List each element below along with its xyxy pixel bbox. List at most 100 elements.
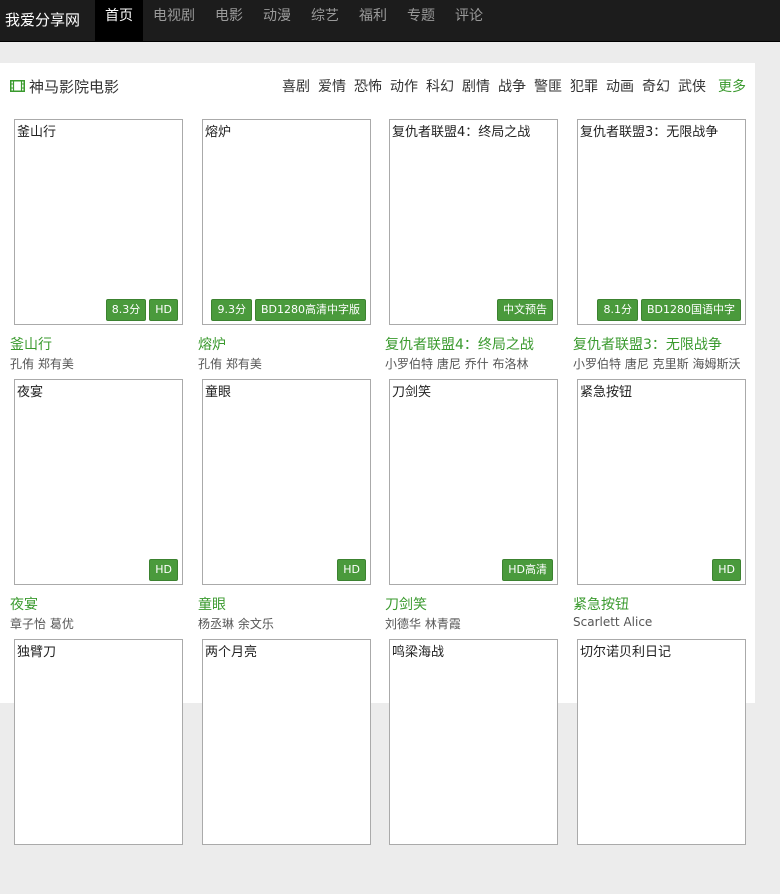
quality-badge: 中文预告 bbox=[497, 299, 553, 321]
poster-title: 紧急按钮 bbox=[580, 385, 633, 400]
section-header: 神马影院电影 喜剧 爱情 恐怖 动作 科幻 剧情 战争 警匪 犯罪 动画 奇幻 … bbox=[0, 69, 755, 103]
badge-group: HD bbox=[146, 559, 178, 581]
rating-badge: 8.3分 bbox=[105, 299, 147, 321]
more-link[interactable]: 更多 bbox=[718, 76, 746, 96]
film-icon bbox=[10, 80, 25, 92]
site-logo[interactable]: 我爱分享网 bbox=[5, 9, 80, 30]
badge-group: 8.3分 HD bbox=[103, 299, 178, 321]
movie-card: 两个月亮 bbox=[198, 639, 376, 894]
category-link-drama[interactable]: 剧情 bbox=[462, 76, 490, 96]
movie-poster[interactable]: 鸣梁海战 bbox=[389, 639, 558, 845]
movie-title-link[interactable]: 熔炉 bbox=[198, 334, 226, 354]
movie-cast: Scarlett Alice bbox=[573, 615, 653, 629]
poster-title: 熔炉 bbox=[205, 125, 232, 140]
badge-group: HD bbox=[709, 559, 741, 581]
movie-cast: 章子怡 葛优 bbox=[10, 617, 74, 631]
movie-card: 鸣梁海战 bbox=[385, 639, 563, 894]
badge-group: 中文预告 bbox=[494, 299, 553, 321]
movie-poster[interactable]: 夜宴 HD bbox=[14, 379, 183, 585]
poster-title: 切尔诺贝利日记 bbox=[580, 645, 672, 660]
movie-card: 夜宴 HD 夜宴 章子怡 葛优 bbox=[10, 379, 188, 634]
rating-badge: 8.1分 bbox=[597, 299, 638, 321]
quality-badge: BD1280国语中字 bbox=[640, 299, 741, 321]
category-link-action[interactable]: 动作 bbox=[390, 76, 418, 96]
badge-group: HD高清 bbox=[499, 559, 553, 581]
category-link-fantasy[interactable]: 奇幻 bbox=[642, 76, 670, 96]
poster-title: 夜宴 bbox=[17, 385, 44, 400]
nav-reviews[interactable]: 评论 bbox=[445, 0, 493, 41]
movie-cast: 小罗伯特 唐尼 乔什 布洛林 bbox=[385, 357, 529, 371]
quality-badge: HD bbox=[712, 559, 741, 581]
movie-title-link[interactable]: 夜宴 bbox=[10, 594, 38, 614]
movie-card: 刀剑笑 HD高清 刀剑笑 刘德华 林青霞 bbox=[385, 379, 563, 634]
movie-poster[interactable]: 釜山行 8.3分 HD bbox=[14, 119, 183, 325]
rating-badge: 9.3分 bbox=[211, 299, 252, 321]
movie-poster[interactable]: 复仇者联盟4：终局之战 中文预告 bbox=[389, 119, 558, 325]
poster-title: 独臂刀 bbox=[17, 645, 57, 660]
movie-cast: 杨丞琳 余文乐 bbox=[198, 617, 274, 631]
poster-title: 刀剑笑 bbox=[392, 385, 432, 400]
category-link-wuxia[interactable]: 武侠 bbox=[678, 76, 706, 96]
quality-badge: HD bbox=[149, 299, 178, 321]
badge-group: 8.1分 BD1280国语中字 bbox=[594, 299, 741, 321]
nav-welfare[interactable]: 福利 bbox=[349, 0, 397, 41]
nav-anime[interactable]: 动漫 bbox=[253, 0, 301, 41]
category-link-war[interactable]: 战争 bbox=[498, 76, 526, 96]
movie-title-link[interactable]: 釜山行 bbox=[10, 334, 52, 354]
movie-cast: 孔侑 郑有美 bbox=[10, 357, 74, 371]
movie-poster[interactable]: 紧急按钮 HD bbox=[577, 379, 746, 585]
category-link-crime[interactable]: 犯罪 bbox=[570, 76, 598, 96]
movie-title-link[interactable]: 刀剑笑 bbox=[385, 594, 427, 614]
movie-title-link[interactable]: 复仇者联盟4：终局之战 bbox=[385, 334, 534, 354]
movie-poster[interactable]: 童眼 HD bbox=[202, 379, 371, 585]
movie-title-link[interactable]: 复仇者联盟3：无限战争 bbox=[573, 334, 722, 354]
movie-title-link[interactable]: 童眼 bbox=[198, 594, 226, 614]
movie-card: 童眼 HD 童眼 杨丞琳 余文乐 bbox=[198, 379, 376, 634]
movie-title-link[interactable]: 紧急按钮 bbox=[573, 594, 629, 614]
category-link-scifi[interactable]: 科幻 bbox=[426, 76, 454, 96]
nav-topics[interactable]: 专题 bbox=[397, 0, 445, 41]
movie-poster[interactable]: 复仇者联盟3：无限战争 8.1分 BD1280国语中字 bbox=[577, 119, 746, 325]
nav-variety[interactable]: 综艺 bbox=[301, 0, 349, 41]
movie-card: 紧急按钮 HD 紧急按钮 Scarlett Alice bbox=[573, 379, 751, 634]
movie-poster[interactable]: 独臂刀 bbox=[14, 639, 183, 845]
movie-card: 独臂刀 bbox=[10, 639, 188, 894]
nav-home[interactable]: 首页 bbox=[95, 0, 143, 41]
quality-badge: HD高清 bbox=[502, 559, 553, 581]
poster-title: 复仇者联盟4：终局之战 bbox=[392, 125, 531, 140]
movie-cast: 小罗伯特 唐尼 克里斯 海姆斯沃 bbox=[573, 357, 741, 371]
movie-cast: 孔侑 郑有美 bbox=[198, 357, 262, 371]
main-nav: 首页 电视剧 电影 动漫 综艺 福利 专题 评论 bbox=[95, 0, 493, 41]
top-navbar: 我爱分享网 首页 电视剧 电影 动漫 综艺 福利 专题 评论 bbox=[0, 0, 780, 42]
category-link-horror[interactable]: 恐怖 bbox=[354, 76, 382, 96]
movie-card: 熔炉 9.3分 BD1280高清中字版 熔炉 孔侑 郑有美 bbox=[198, 119, 376, 374]
movie-cast: 刘德华 林青霞 bbox=[385, 617, 461, 631]
poster-title: 釜山行 bbox=[17, 125, 57, 140]
quality-badge: HD bbox=[337, 559, 366, 581]
poster-title: 鸣梁海战 bbox=[392, 645, 445, 660]
quality-badge: HD bbox=[149, 559, 178, 581]
category-links: 喜剧 爱情 恐怖 动作 科幻 剧情 战争 警匪 犯罪 动画 奇幻 武侠 更多 bbox=[274, 76, 746, 96]
movie-card: 切尔诺贝利日记 bbox=[573, 639, 751, 894]
category-link-police[interactable]: 警匪 bbox=[534, 76, 562, 96]
nav-tv[interactable]: 电视剧 bbox=[143, 0, 205, 41]
movie-section-panel: 神马影院电影 喜剧 爱情 恐怖 动作 科幻 剧情 战争 警匪 犯罪 动画 奇幻 … bbox=[0, 63, 755, 845]
movie-poster[interactable]: 两个月亮 bbox=[202, 639, 371, 845]
movie-poster[interactable]: 切尔诺贝利日记 bbox=[577, 639, 746, 845]
poster-title: 两个月亮 bbox=[205, 645, 258, 660]
movie-card: 复仇者联盟3：无限战争 8.1分 BD1280国语中字 复仇者联盟3：无限战争 … bbox=[573, 119, 751, 374]
quality-badge: BD1280高清中字版 bbox=[254, 299, 366, 321]
poster-title: 复仇者联盟3：无限战争 bbox=[580, 125, 719, 140]
category-link-animation[interactable]: 动画 bbox=[606, 76, 634, 96]
movie-poster[interactable]: 熔炉 9.3分 BD1280高清中字版 bbox=[202, 119, 371, 325]
badge-group: 9.3分 BD1280高清中字版 bbox=[208, 299, 366, 321]
nav-movie[interactable]: 电影 bbox=[205, 0, 253, 41]
movie-card: 釜山行 8.3分 HD 釜山行 孔侑 郑有美 bbox=[10, 119, 188, 374]
badge-group: HD bbox=[334, 559, 366, 581]
section-title: 神马影院电影 bbox=[29, 78, 120, 96]
poster-title: 童眼 bbox=[205, 385, 232, 400]
category-link-romance[interactable]: 爱情 bbox=[318, 76, 346, 96]
movie-card: 复仇者联盟4：终局之战 中文预告 复仇者联盟4：终局之战 小罗伯特 唐尼 乔什 … bbox=[385, 119, 563, 374]
movie-poster[interactable]: 刀剑笑 HD高清 bbox=[389, 379, 558, 585]
category-link-comedy[interactable]: 喜剧 bbox=[282, 76, 310, 96]
